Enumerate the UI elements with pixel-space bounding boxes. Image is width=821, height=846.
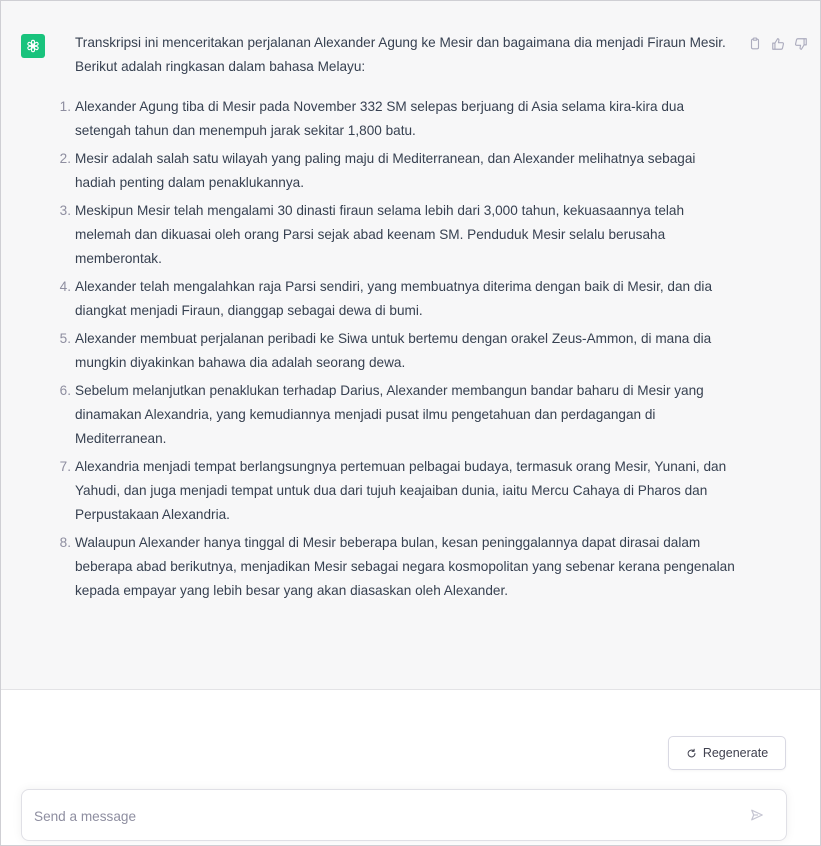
message-actions bbox=[748, 37, 808, 51]
chat-window: Transkripsi ini menceritakan perjalanan … bbox=[0, 0, 821, 846]
openai-logo-icon bbox=[27, 39, 39, 53]
send-icon bbox=[751, 809, 763, 821]
list-item: 8. Walaupun Alexander hanya tinggal di Me… bbox=[60, 531, 735, 603]
send-button[interactable] bbox=[750, 808, 764, 822]
refresh-icon bbox=[687, 748, 696, 757]
assistant-avatar bbox=[21, 34, 45, 58]
thumbs-up-button[interactable] bbox=[771, 37, 785, 51]
assistant-message: Transkripsi ini menceritakan perjalanan … bbox=[1, 1, 820, 690]
message-input[interactable] bbox=[34, 804, 714, 828]
list-item-number: 1. bbox=[59, 99, 71, 114]
message-composer bbox=[21, 789, 787, 841]
list-item-text: Walaupun Alexander hanya tinggal di Mesi… bbox=[75, 535, 735, 598]
list-item: 7. Alexandria menjadi tempat berlangsungn… bbox=[60, 455, 735, 527]
list-item-number: 6. bbox=[59, 383, 71, 398]
list-item: 6. Sebelum melanjutkan penaklukan terhada… bbox=[60, 379, 735, 451]
list-item-number: 7. bbox=[59, 459, 71, 474]
copy-button[interactable] bbox=[748, 37, 762, 51]
list-item-text: Alexander telah mengalahkan raja Parsi s… bbox=[75, 279, 713, 318]
list-item-text: Sebelum melanjutkan penaklukan terhadap … bbox=[75, 383, 704, 446]
list-item: 1. Alexander Agung tiba di Mesir pada Nov… bbox=[60, 95, 735, 143]
list-item: 3. Meskipun Mesir telah mengalami 30 dina… bbox=[60, 199, 735, 271]
list-item-text: Alexandria menjadi tempat berlangsungnya… bbox=[75, 459, 727, 522]
list-item: 2. Mesir adalah salah satu wilayah yang p… bbox=[60, 147, 735, 195]
list-item-number: 3. bbox=[59, 203, 71, 218]
thumbs-down-icon bbox=[794, 38, 807, 50]
copy-icon bbox=[750, 37, 760, 50]
message-content: Transkripsi ini menceritakan perjalanan … bbox=[60, 31, 735, 607]
list-item-number: 4. bbox=[59, 279, 71, 294]
list-item-text: Mesir adalah salah satu wilayah yang pal… bbox=[75, 151, 696, 190]
list-item-text: Alexander Agung tiba di Mesir pada Novem… bbox=[75, 99, 685, 138]
regenerate-label: Regenerate bbox=[702, 746, 769, 760]
summary-list: 1. Alexander Agung tiba di Mesir pada Nov… bbox=[60, 95, 735, 603]
list-item-number: 2. bbox=[59, 151, 71, 166]
list-item-number: 5. bbox=[59, 331, 71, 346]
thumbs-down-button[interactable] bbox=[794, 37, 808, 51]
list-item-text: Meskipun Mesir telah mengalami 30 dinast… bbox=[75, 203, 685, 266]
list-item: 4. Alexander telah mengalahkan raja Parsi… bbox=[60, 275, 735, 323]
thumbs-up-icon bbox=[772, 38, 785, 50]
list-item-text: Alexander membuat perjalanan peribadi ke… bbox=[75, 331, 712, 370]
message-intro: Transkripsi ini menceritakan perjalanan … bbox=[75, 35, 726, 74]
list-item: 5. Alexander membuat perjalanan peribadi … bbox=[60, 327, 735, 375]
regenerate-button[interactable]: Regenerate bbox=[668, 736, 786, 770]
list-item-number: 8. bbox=[59, 535, 71, 550]
